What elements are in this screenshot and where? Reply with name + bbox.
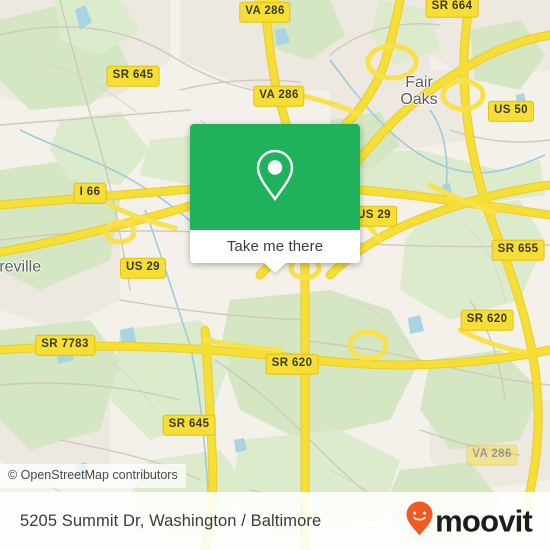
- take-me-there-button[interactable]: Take me there: [227, 238, 323, 255]
- road-shield-sr-664[interactable]: SR 664: [425, 0, 479, 18]
- road-shield-i-66[interactable]: I 66: [73, 182, 107, 204]
- location-popup-card[interactable]: Take me there: [190, 124, 360, 273]
- footer-bar: 5205 Summit Dr, Washington / Baltimore m…: [0, 492, 550, 550]
- road-shield-sr-7783[interactable]: SR 7783: [35, 334, 95, 356]
- road-shield-sr-620-east[interactable]: SR 620: [460, 309, 514, 331]
- moovit-logo[interactable]: moovit: [405, 501, 533, 542]
- place-label-centreville: treville: [0, 258, 42, 276]
- road-shield-us-29-west[interactable]: US 29: [120, 257, 166, 279]
- popup-action-area[interactable]: Take me there: [190, 230, 360, 273]
- moovit-pin-icon: [405, 501, 434, 542]
- road-shield-sr-645-south[interactable]: SR 645: [162, 414, 216, 436]
- popup-tail: [264, 263, 286, 273]
- popup-icon-area: [190, 124, 360, 230]
- road-shield-sr-645-north[interactable]: SR 645: [106, 65, 160, 87]
- address-label: 5205 Summit Dr, Washington / Baltimore: [20, 511, 322, 530]
- map-attribution[interactable]: © OpenStreetMap contributors: [0, 464, 186, 488]
- road-shield-va-286-bottom[interactable]: VA 286: [466, 444, 518, 466]
- road-shield-us-50[interactable]: US 50: [488, 100, 534, 122]
- road-shield-va-286-top[interactable]: VA 286: [239, 1, 291, 23]
- road-shield-sr-655[interactable]: SR 655: [491, 239, 545, 261]
- place-label-fair-oaks: Fair Oaks: [400, 74, 438, 108]
- road-shield-va-286-upper[interactable]: VA 286: [253, 85, 305, 107]
- moovit-wordmark: moovit: [435, 503, 533, 539]
- map-pin-icon: [255, 148, 295, 207]
- map-canvas[interactable]: .ln{fill:none;stroke-linecap:round;strok…: [0, 0, 550, 550]
- road-shield-sr-620-center[interactable]: SR 620: [265, 353, 319, 375]
- map-screenshot: .ln{fill:none;stroke-linecap:round;strok…: [0, 0, 550, 550]
